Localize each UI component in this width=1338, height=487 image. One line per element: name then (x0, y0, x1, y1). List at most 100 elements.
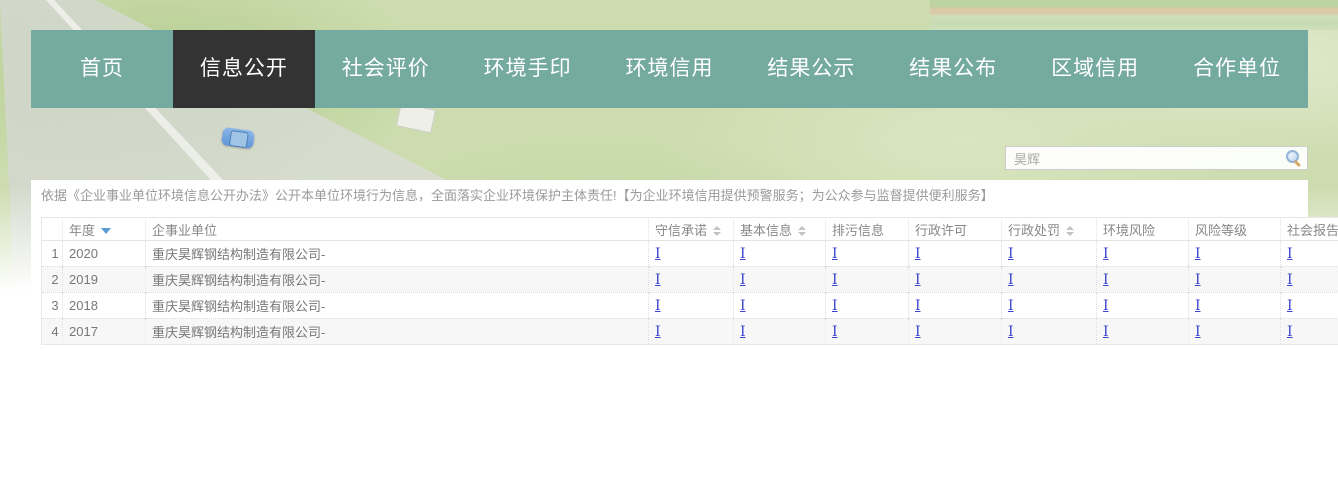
main-nav: 首页信息公开社会评价环境手印环境信用结果公示结果公布区域信用合作单位 (31, 30, 1308, 108)
column-label: 年度 (69, 223, 95, 238)
column-header-pollution-discharge: 排污信息 (826, 218, 909, 241)
risk-level-link[interactable]: I (1195, 246, 1201, 262)
notice-text: 依据《企业事业单位环境信息公开办法》公开本单位环境行为信息，全面落实企业环境保护… (41, 188, 1298, 204)
pollution-discharge-cell: I (826, 241, 909, 267)
search-input[interactable] (1006, 147, 1307, 169)
sort-toggle-icon[interactable] (713, 226, 721, 236)
env-risk-link[interactable]: I (1103, 324, 1109, 340)
row-index: 2 (42, 267, 63, 293)
admin-penalty-cell: I (1002, 293, 1097, 319)
social-report-cell: I (1281, 319, 1338, 345)
column-header-basic-info[interactable]: 基本信息 (734, 218, 826, 241)
admin-penalty-link[interactable]: I (1008, 298, 1014, 314)
search-icon[interactable] (1286, 150, 1302, 166)
basic-info-link[interactable]: I (740, 272, 746, 288)
admin-permit-link[interactable]: I (915, 298, 921, 314)
table-row: 12020重庆昊辉钢结构制造有限公司- I I I I I I I I (42, 241, 1338, 267)
column-label: 风险等级 (1195, 223, 1247, 238)
table-row: 22019重庆昊辉钢结构制造有限公司-IIIIIIII (42, 267, 1338, 293)
admin-penalty-link[interactable]: I (1008, 246, 1014, 262)
admin-penalty-link[interactable]: I (1008, 324, 1014, 340)
nav-item-env-handprint[interactable]: 环境手印 (457, 30, 599, 108)
column-header-year[interactable]: 年度 (63, 218, 146, 241)
column-header-admin-permit: 行政许可 (909, 218, 1002, 241)
sort-toggle-icon[interactable] (798, 226, 806, 236)
column-label: 环境风险 (1103, 223, 1155, 238)
risk-level-link[interactable]: I (1195, 272, 1201, 288)
column-header-integrity-commitment[interactable]: 守信承诺 (649, 218, 734, 241)
nav-item-social-evaluation[interactable]: 社会评价 (315, 30, 457, 108)
integrity-commitment-cell: I (649, 241, 734, 267)
env-risk-link[interactable]: I (1103, 246, 1109, 262)
integrity-commitment-link[interactable]: I (655, 272, 661, 288)
env-risk-cell: I (1097, 267, 1189, 293)
column-header-company: 企事业单位 (146, 218, 649, 241)
pollution-discharge-cell: I (826, 319, 909, 345)
env-risk-link[interactable]: I (1103, 272, 1109, 288)
basic-info-link[interactable]: I (740, 298, 746, 314)
risk-level-link[interactable]: I (1195, 298, 1201, 314)
integrity-commitment-cell: I (649, 319, 734, 345)
table-row: 42017重庆昊辉钢结构制造有限公司-IIIIIIII (42, 319, 1338, 345)
pollution-discharge-link[interactable]: I (832, 246, 838, 262)
column-header-row-index (42, 218, 63, 241)
pollution-discharge-link[interactable]: I (832, 272, 838, 288)
column-label: 社会报告 (1287, 223, 1338, 238)
admin-penalty-cell: I (1002, 267, 1097, 293)
column-header-social-report[interactable]: 社会报告 (1281, 218, 1338, 241)
nav-item-regional-credit[interactable]: 区域信用 (1024, 30, 1166, 108)
records-table: 年度企事业单位守信承诺基本信息排污信息行政许可行政处罚环境风险风险等级社会报告 … (41, 217, 1338, 345)
sort-toggle-icon[interactable] (1066, 226, 1074, 236)
company-cell: 重庆昊辉钢结构制造有限公司- (146, 319, 649, 345)
content-panel: 依据《企业事业单位环境信息公开办法》公开本单位环境行为信息，全面落实企业环境保护… (31, 180, 1308, 487)
admin-penalty-cell: I (1002, 319, 1097, 345)
admin-permit-cell: I (909, 241, 1002, 267)
basic-info-link[interactable]: I (740, 246, 746, 262)
risk-level-link[interactable]: I (1195, 324, 1201, 340)
company-cell: 重庆昊辉钢结构制造有限公司- (146, 267, 649, 293)
basic-info-cell: I (734, 267, 826, 293)
risk-level-cell: I (1189, 241, 1281, 267)
nav-item-result-announcement[interactable]: 结果公布 (882, 30, 1024, 108)
social-report-link[interactable]: I (1287, 272, 1293, 288)
admin-penalty-link[interactable]: I (1008, 272, 1014, 288)
basic-info-cell: I (734, 319, 826, 345)
nav-item-env-credit[interactable]: 环境信用 (599, 30, 741, 108)
column-label: 行政处罚 (1008, 223, 1060, 238)
column-label: 守信承诺 (655, 223, 707, 238)
admin-permit-cell: I (909, 267, 1002, 293)
nav-item-partners[interactable]: 合作单位 (1166, 30, 1308, 108)
pollution-discharge-link[interactable]: I (832, 324, 838, 340)
risk-level-cell: I (1189, 319, 1281, 345)
admin-permit-link[interactable]: I (915, 272, 921, 288)
year-cell: 2017 (63, 319, 146, 345)
env-risk-link[interactable]: I (1103, 298, 1109, 314)
search-box (1005, 146, 1308, 170)
pollution-discharge-link[interactable]: I (832, 298, 838, 314)
integrity-commitment-link[interactable]: I (655, 246, 661, 262)
pond-scene (930, 0, 1338, 30)
social-report-link[interactable]: I (1287, 298, 1293, 314)
admin-permit-link[interactable]: I (915, 246, 921, 262)
integrity-commitment-link[interactable]: I (655, 298, 661, 314)
year-cell: 2020 (63, 241, 146, 267)
row-index: 1 (42, 241, 63, 267)
company-cell: 重庆昊辉钢结构制造有限公司- (146, 241, 649, 267)
nav-item-result-publicity[interactable]: 结果公示 (740, 30, 882, 108)
social-report-cell: I (1281, 241, 1338, 267)
admin-permit-cell: I (909, 319, 1002, 345)
column-label: 基本信息 (740, 223, 792, 238)
nav-item-home[interactable]: 首页 (31, 30, 173, 108)
nav-item-info-disclosure[interactable]: 信息公开 (173, 30, 315, 108)
env-risk-cell: I (1097, 241, 1189, 267)
social-report-link[interactable]: I (1287, 246, 1293, 262)
pollution-discharge-cell: I (826, 267, 909, 293)
admin-permit-cell: I (909, 293, 1002, 319)
column-header-risk-level: 风险等级 (1189, 218, 1281, 241)
integrity-commitment-link[interactable]: I (655, 324, 661, 340)
admin-permit-link[interactable]: I (915, 324, 921, 340)
social-report-link[interactable]: I (1287, 324, 1293, 340)
sort-desc-icon[interactable] (101, 228, 111, 234)
basic-info-link[interactable]: I (740, 324, 746, 340)
column-header-admin-penalty[interactable]: 行政处罚 (1002, 218, 1097, 241)
